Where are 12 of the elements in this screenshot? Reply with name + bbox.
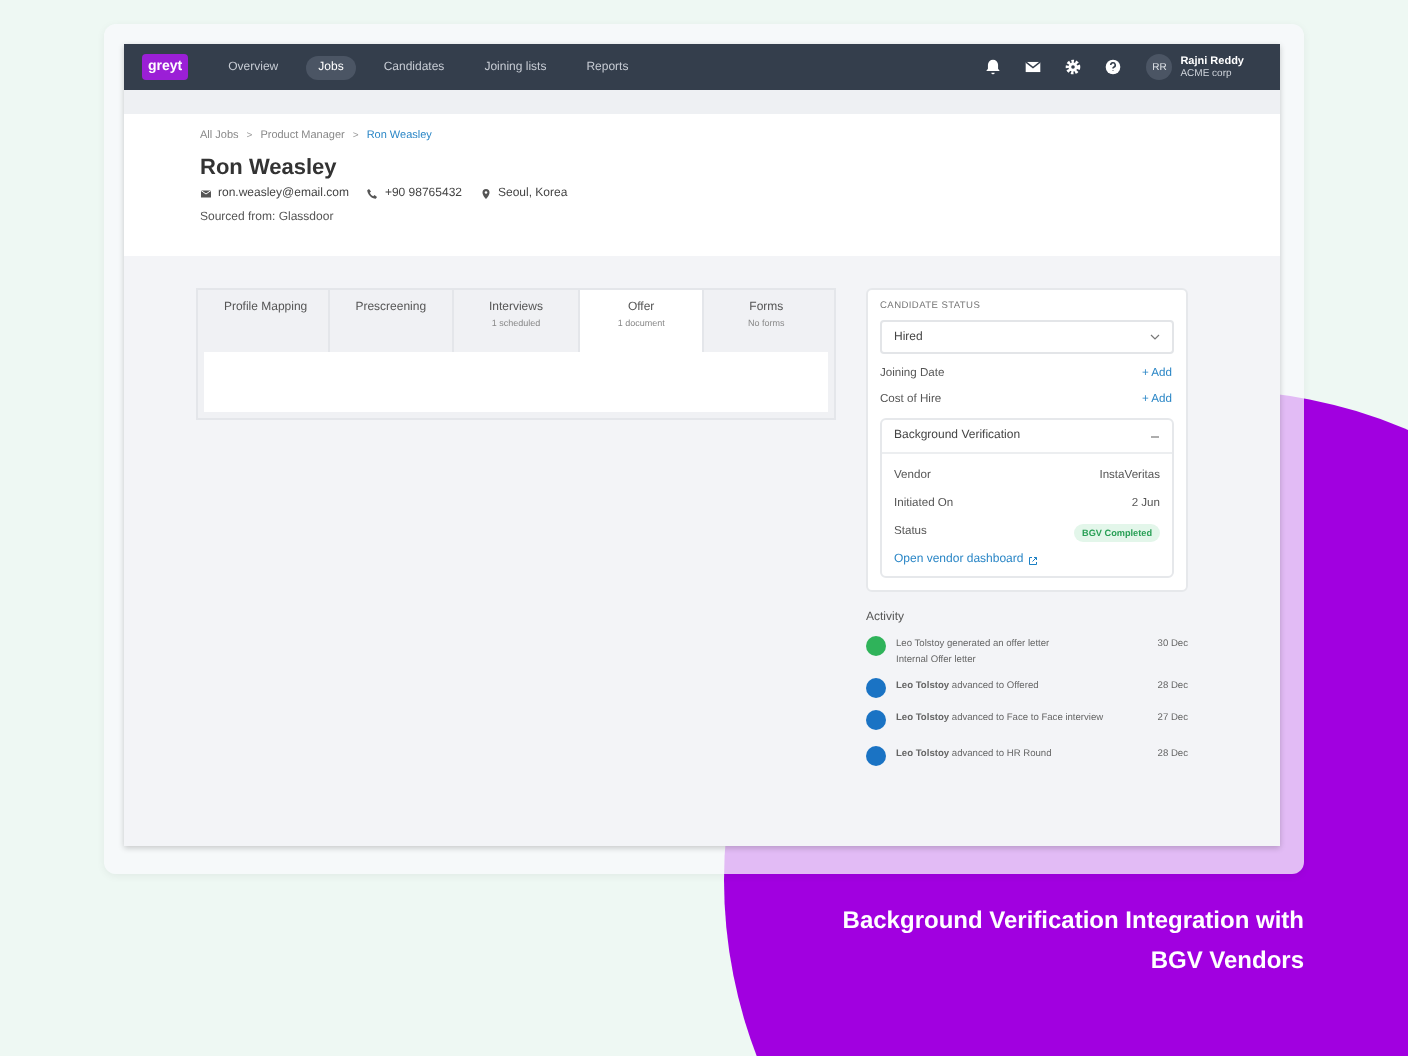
settings-icon[interactable]: [1064, 58, 1083, 76]
chevron-down-icon: [1150, 334, 1160, 340]
mail-icon[interactable]: [1024, 58, 1043, 76]
caption-line: BGV Vendors: [1150, 946, 1304, 974]
help-icon[interactable]: [1104, 58, 1123, 76]
caption-line: Background Verification Integration with: [842, 906, 1304, 934]
candidate-name: Ron Weasley: [200, 156, 339, 180]
external-link-icon: [1027, 555, 1038, 565]
bell-icon[interactable]: [984, 58, 1003, 76]
mail-icon: [200, 188, 212, 200]
phone-icon: [366, 188, 379, 200]
location-pin-icon: [480, 188, 492, 200]
